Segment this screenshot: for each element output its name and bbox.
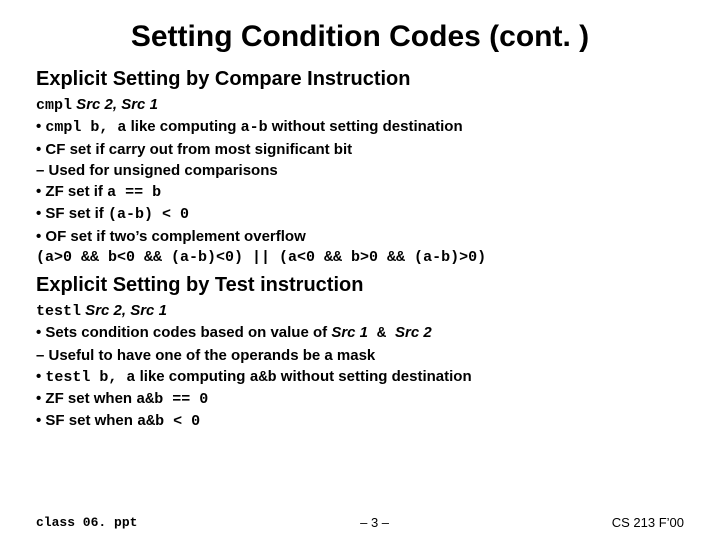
section2-body: testl Src 2, Src 1 • Sets condition code… (36, 301, 684, 433)
mono-text: a&b (250, 369, 277, 386)
instr-line: cmpl Src 2, Src 1 (36, 95, 684, 116)
bullet: • cmpl b, a like computing a-b without s… (36, 117, 684, 138)
mono-text: & (368, 325, 395, 342)
ital: Src 1 (331, 324, 368, 341)
bullet: • SF set if (a-b) < 0 (36, 204, 684, 225)
txt: • ZF set if (36, 183, 107, 200)
subbullet: – Useful to have one of the operands be … (36, 346, 684, 366)
ital: Src 2 (395, 324, 432, 341)
footer-file: class 06. ppt (36, 515, 137, 530)
subbullet: – Used for unsigned comparisons (36, 161, 684, 181)
mono-text: cmpl b, a (45, 119, 126, 136)
txt: • Sets condition codes based on value of (36, 324, 331, 341)
mono-text: cmpl (36, 97, 72, 114)
mono-text: testl (36, 303, 81, 320)
mono-text: a&b == 0 (136, 391, 208, 408)
footer: class 06. ppt – 3 – CS 213 F’00 (36, 515, 684, 530)
bullet: • ZF set when a&b == 0 (36, 389, 684, 410)
txt: without setting destination (277, 368, 472, 385)
instr-line: testl Src 2, Src 1 (36, 301, 684, 322)
txt: • (36, 368, 45, 385)
footer-page: – 3 – (137, 515, 611, 530)
txt: • SF set when (36, 412, 137, 429)
mono-text: a == b (107, 184, 161, 201)
mono-text: a-b (241, 119, 268, 136)
txt: • SF set if (36, 205, 108, 222)
section2-heading: Explicit Setting by Test instruction (36, 274, 684, 297)
bullet: • CF set if carry out from most signific… (36, 140, 684, 160)
bullet: • OF set if two’s complement overflow (36, 227, 684, 247)
section1-heading: Explicit Setting by Compare Instruction (36, 68, 684, 91)
bullet: • testl b, a like computing a&b without … (36, 367, 684, 388)
txt: like computing (126, 118, 240, 135)
bullet: • ZF set if a == b (36, 182, 684, 203)
code-line: (a>0 && b<0 && (a-b)<0) || (a<0 && b>0 &… (36, 248, 684, 268)
txt: • ZF set when (36, 390, 136, 407)
args: Src 2, Src 1 (72, 96, 158, 113)
args: Src 2, Src 1 (81, 302, 167, 319)
slide-title: Setting Condition Codes (cont. ) (36, 20, 684, 54)
footer-course: CS 213 F’00 (612, 515, 684, 530)
bullet: • SF set when a&b < 0 (36, 411, 684, 432)
section1-body: cmpl Src 2, Src 1 • cmpl b, a like compu… (36, 95, 684, 268)
mono-text: testl b, a (45, 369, 135, 386)
mono-text: a&b < 0 (137, 413, 200, 430)
mono-text: (a-b) < 0 (108, 206, 189, 223)
txt: • (36, 118, 45, 135)
txt: without setting destination (268, 118, 463, 135)
txt: like computing (135, 368, 249, 385)
bullet: • Sets condition codes based on value of… (36, 323, 684, 344)
